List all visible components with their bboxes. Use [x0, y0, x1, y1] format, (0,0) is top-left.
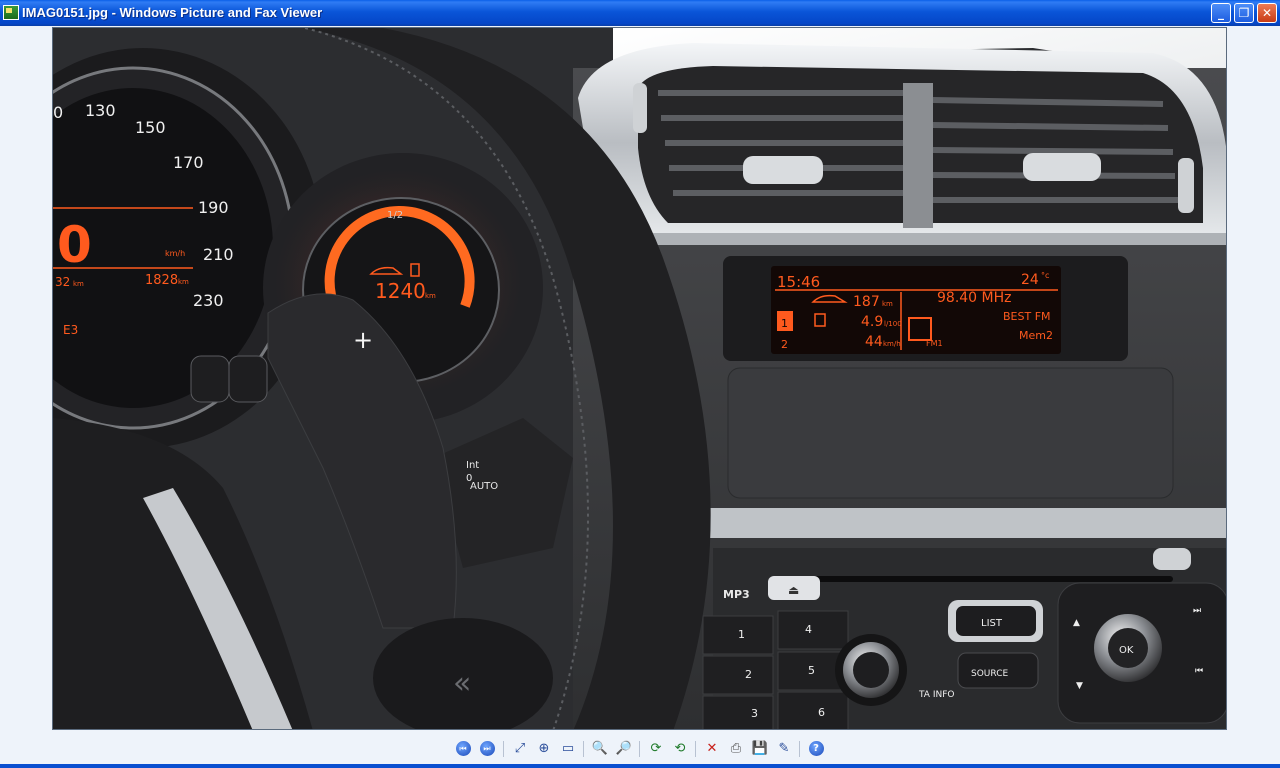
slideshow-icon: ▭ [561, 741, 575, 756]
speedo-tick-130: 130 [85, 101, 116, 120]
trip-distance-text: 187 [853, 294, 880, 310]
rotate-counterclockwise-icon: ⟲ [674, 741, 686, 756]
speedo-tick-170: 170 [173, 153, 204, 172]
save-button[interactable]: 💾 [750, 739, 770, 759]
source-key-label: SOURCE [971, 669, 1008, 679]
radio-frequency: 98.40 MHz [937, 290, 1011, 306]
next-icon: ⏭ [479, 741, 495, 756]
stalk-label-auto: AUTO [470, 481, 498, 492]
memory-label: Mem2 [1019, 329, 1053, 342]
title-bar[interactable]: IMAG0151.jpg - Windows Picture and Fax V… [0, 0, 1280, 26]
average-speed-unit: km/h [883, 340, 901, 348]
window-title: IMAG0151.jpg - Windows Picture and Fax V… [22, 5, 323, 20]
next-image-button[interactable]: ⏭ [477, 739, 497, 759]
delete-button[interactable]: ✕ [702, 739, 722, 759]
consumption-text: 4.9 [861, 314, 883, 330]
save-icon: 💾 [751, 741, 769, 756]
odometer-unit: km [178, 278, 189, 286]
rotate-clockwise-icon: ⟳ [650, 741, 662, 756]
picture-viewer-icon [3, 5, 19, 20]
odometer-readout: 1828 [145, 273, 178, 288]
range-unit: km [425, 292, 436, 300]
toolbar-separator [639, 741, 640, 757]
edit-icon: ✎ [778, 741, 790, 756]
toolbar-separator [503, 741, 504, 757]
speedo-tick-210: 210 [203, 245, 234, 264]
speed-unit: km/h [165, 249, 185, 258]
slideshow-button[interactable]: ▭ [558, 739, 578, 759]
edit-button[interactable]: ✎ [774, 739, 794, 759]
zoom-out-icon: 🔎 [615, 741, 633, 756]
trip-left-readout: 32 [55, 275, 70, 289]
preset-key-4: 4 [805, 623, 812, 636]
restore-button[interactable]: ❐ [1234, 3, 1254, 23]
toolbar-separator [583, 741, 584, 757]
svg-text:⏭: ⏭ [1193, 606, 1201, 616]
stalk-label-int: Int [466, 460, 479, 471]
delete-icon: ✕ [706, 741, 718, 756]
trip-distance-unit: km [882, 300, 893, 308]
preset-key-2: 2 [745, 668, 752, 681]
svg-text:⏮: ⏮ [1195, 666, 1203, 676]
speedo-tick-150: 150 [135, 118, 166, 137]
preset-key-1: 1 [738, 628, 745, 641]
previous-icon: ⏮ [455, 741, 471, 756]
toolbar-separator [695, 741, 696, 757]
clock-text: 15:46 [777, 273, 820, 291]
trip-two-tab: 2 [781, 338, 788, 351]
actual-size-icon: ⊕ [538, 741, 550, 756]
svg-text:▼: ▼ [1076, 681, 1083, 691]
gear-code: E3 [63, 323, 78, 337]
speedo-tick-0: 0 [53, 103, 63, 122]
best-fit-button[interactable]: ⤢ [510, 739, 530, 759]
trip-left-unit: km [73, 280, 84, 288]
speedo-tick-230: 230 [193, 291, 224, 310]
fuel-half-label: 1/2 [387, 210, 403, 221]
paddle-plus-symbol: + [353, 326, 373, 354]
trip-one-tab: 1 [781, 317, 788, 330]
average-speed-text: 44 [865, 334, 883, 350]
ok-label: OK [1119, 645, 1134, 656]
ta-info-label: TA INFO [918, 690, 954, 700]
range-readout: 1240 [375, 279, 426, 303]
minimize-button[interactable]: _ [1211, 3, 1231, 23]
svg-text:⏏: ⏏ [788, 583, 799, 597]
close-button[interactable]: ✕ [1257, 3, 1277, 23]
preset-key-5: 5 [808, 664, 815, 677]
zoom-in-icon: 🔍 [591, 741, 609, 756]
actual-size-button[interactable]: ⊕ [534, 739, 554, 759]
car-dashboard-photo: 15:46 24 °c 187 km 4.9 l/100 44 km/h 1 2… [53, 28, 1226, 729]
print-icon: ⎙ [730, 741, 742, 756]
print-button[interactable]: ⎙ [726, 739, 746, 759]
list-key-label: LIST [981, 618, 1003, 629]
station-name: BEST FM [1003, 310, 1051, 323]
svg-text:▲: ▲ [1073, 618, 1080, 628]
preset-key-6: 6 [818, 706, 825, 719]
image-canvas: 15:46 24 °c 187 km 4.9 l/100 44 km/h 1 2… [52, 27, 1227, 730]
help-icon: ? [808, 741, 824, 756]
best-fit-icon: ⤢ [514, 741, 526, 756]
previous-image-button[interactable]: ⏮ [453, 739, 473, 759]
speedo-tick-190: 190 [198, 198, 229, 217]
help-button[interactable]: ? [806, 739, 826, 759]
temperature-unit: °c [1041, 271, 1049, 280]
zoom-out-button[interactable]: 🔎 [614, 739, 634, 759]
rotate-counterclockwise-button[interactable]: ⟲ [670, 739, 690, 759]
consumption-unit: l/100 [884, 320, 902, 328]
speed-readout: 0 [57, 216, 92, 274]
cluster-button-right [228, 355, 268, 403]
rotate-clockwise-button[interactable]: ⟳ [646, 739, 666, 759]
preset-key-3: 3 [751, 707, 758, 720]
toolbar-separator [799, 741, 800, 757]
zoom-in-button[interactable]: 🔍 [590, 739, 610, 759]
window-bottom-border [0, 764, 1280, 768]
mp3-label: MP3 [723, 588, 750, 601]
cluster-button-left [190, 355, 230, 403]
temperature-text: 24 [1021, 272, 1039, 288]
svg-text:«: « [453, 666, 471, 701]
viewer-toolbar: ⏮ ⏭ ⤢ ⊕ ▭ 🔍 🔎 ⟳ ⟲ ✕ ⎙ 💾 ✎ ? [0, 737, 1280, 763]
